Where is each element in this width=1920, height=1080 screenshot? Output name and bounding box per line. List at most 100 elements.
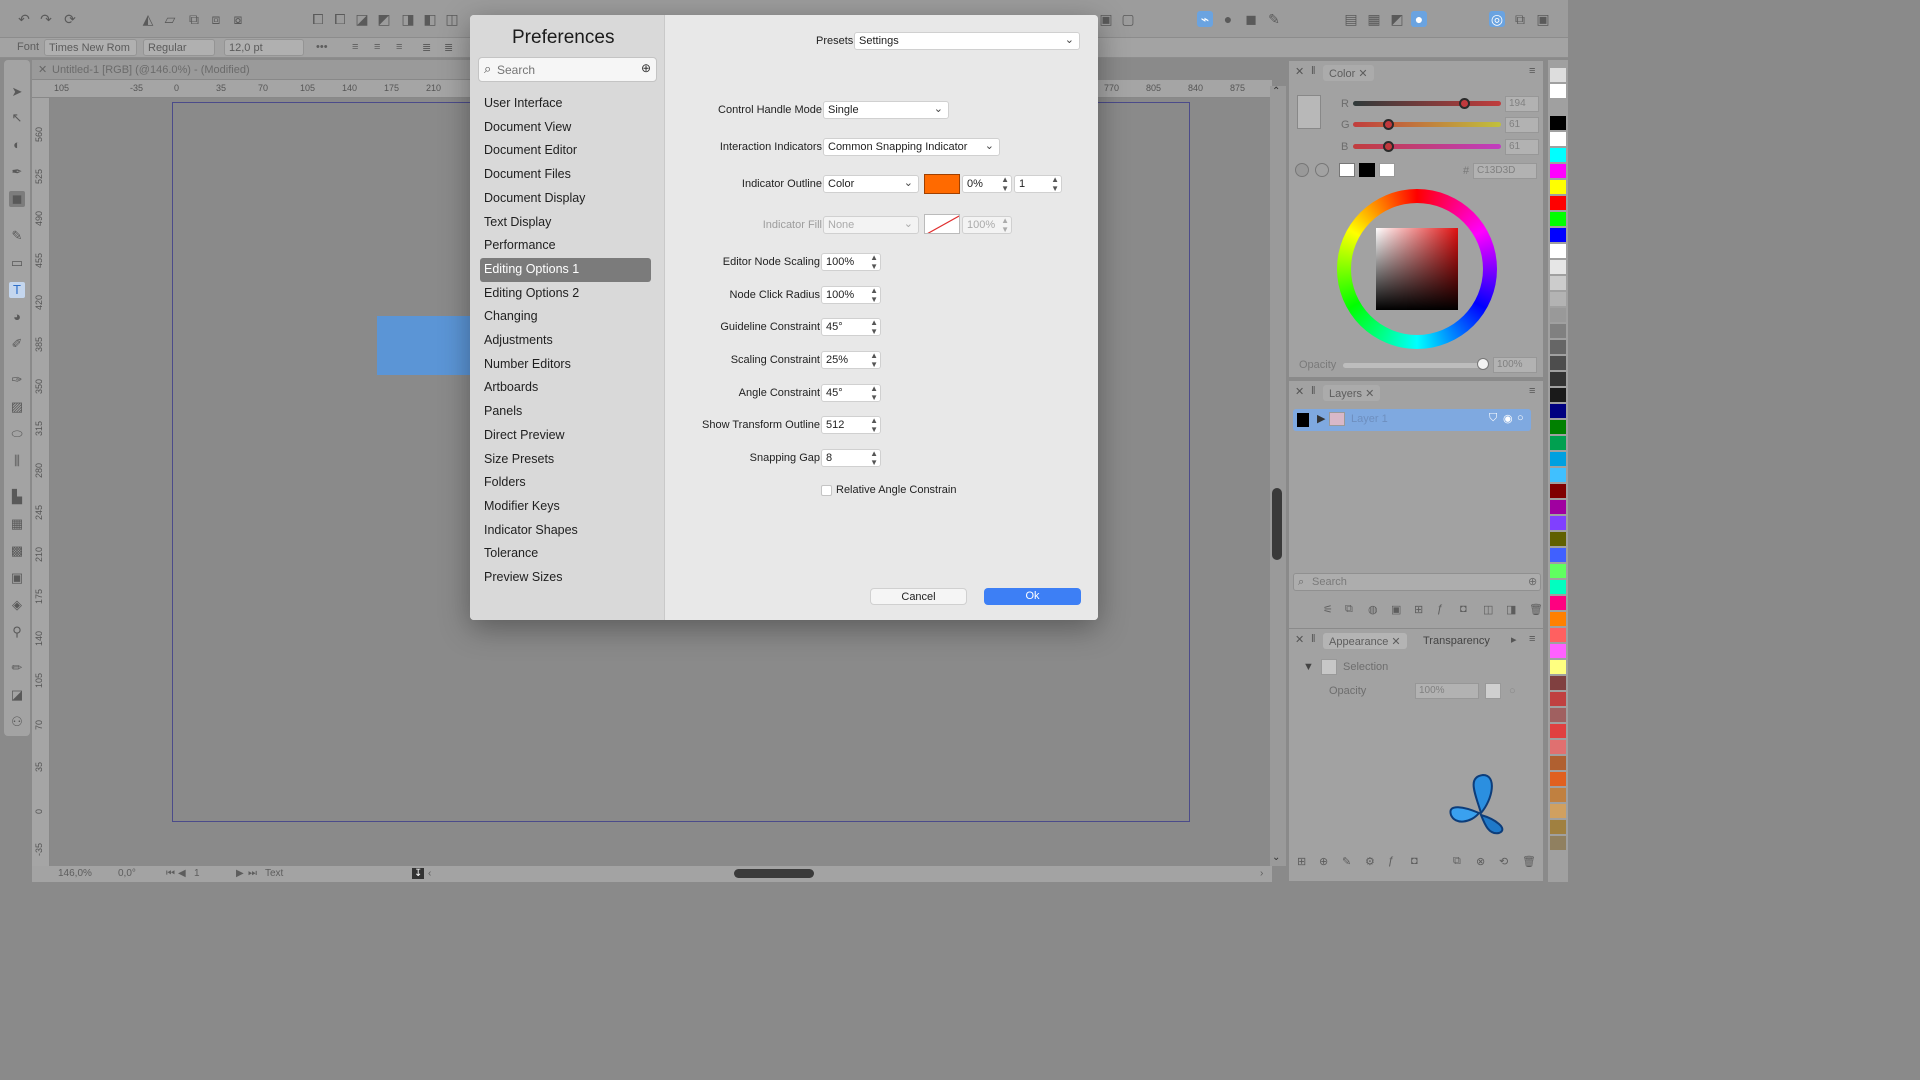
sidebar-item[interactable]: Editing Options 2: [480, 282, 651, 306]
last-page-icon[interactable]: ⏭: [248, 868, 257, 879]
control-handle-mode-select[interactable]: Single ⌄: [823, 101, 949, 119]
panel-grip-icon[interactable]: ‖: [1311, 65, 1316, 77]
sidebar-item[interactable]: Number Editors: [480, 353, 651, 377]
panel-menu-icon[interactable]: ≡: [1529, 385, 1535, 397]
swatch[interactable]: [1550, 180, 1566, 194]
rotate-icon[interactable]: ⧈: [208, 11, 224, 27]
black-swatch[interactable]: [1359, 163, 1375, 177]
split-view-icon[interactable]: ⧉: [1512, 11, 1528, 27]
align-left-icon[interactable]: ≡: [352, 41, 358, 53]
panel-grip-icon[interactable]: ‖: [1311, 385, 1316, 397]
settings-icon[interactable]: ⚙: [1365, 855, 1375, 868]
flip-horizontal-icon[interactable]: ◭: [140, 11, 156, 27]
tab-layers[interactable]: Layers ✕: [1323, 385, 1381, 401]
lock-icon[interactable]: ⛉: [1489, 412, 1497, 425]
panel-more-icon[interactable]: ▸: [1511, 633, 1517, 646]
swatch[interactable]: [1550, 68, 1566, 82]
collapse-icon[interactable]: ▼: [1303, 661, 1314, 673]
justify-all-icon[interactable]: ≣: [444, 41, 453, 54]
eyedropper-tool-icon[interactable]: ✏: [9, 660, 25, 676]
scaling-constraint-field[interactable]: 25% ▲ ▼: [821, 351, 881, 369]
pencil-tool-icon[interactable]: ✎: [9, 228, 25, 244]
close-panel-icon[interactable]: ✕: [1295, 65, 1304, 78]
swatch[interactable]: [1550, 260, 1566, 274]
fill-stroke-swatch[interactable]: [1297, 95, 1321, 129]
sidebar-item[interactable]: Panels: [480, 400, 651, 424]
swatch[interactable]: [1550, 820, 1566, 834]
adjust-icon[interactable]: ⚟: [1323, 603, 1333, 616]
g-slider-knob[interactable]: [1382, 119, 1394, 130]
panel-menu-icon[interactable]: ≡: [1529, 633, 1535, 645]
canvas-rectangle[interactable]: [377, 316, 472, 375]
b-slider[interactable]: [1353, 144, 1501, 149]
crop-tool-icon[interactable]: ▙: [9, 489, 25, 505]
target-icon[interactable]: ◎: [1489, 11, 1505, 27]
boolean-subtract-icon[interactable]: ⧠: [332, 11, 348, 27]
stepper-icon[interactable]: ▲ ▼: [1001, 175, 1009, 193]
refresh-icon[interactable]: ⟳: [62, 11, 78, 27]
swatch[interactable]: [1550, 196, 1566, 210]
swatch[interactable]: [1550, 580, 1566, 594]
clear-icon[interactable]: ⊗: [1476, 855, 1485, 868]
font-family-select[interactable]: Times New Rom: [44, 39, 137, 56]
swatch[interactable]: [1550, 724, 1566, 738]
align-right-icon[interactable]: ≡: [396, 41, 402, 53]
expand-layer-icon[interactable]: ▶: [1317, 412, 1325, 425]
swatch[interactable]: [1550, 596, 1566, 610]
vector-brush-icon[interactable]: ✑: [9, 372, 25, 388]
horizontal-scrollbar[interactable]: [734, 869, 814, 878]
swatch[interactable]: [1550, 84, 1566, 98]
close-panel-icon[interactable]: ✕: [1295, 633, 1304, 646]
swatch[interactable]: [1550, 372, 1566, 386]
shape-icon[interactable]: ●: [1220, 11, 1236, 27]
swatch[interactable]: [1550, 116, 1566, 130]
swatch[interactable]: [1550, 308, 1566, 322]
first-page-icon[interactable]: ⏮: [166, 868, 175, 879]
layer-circle-icon[interactable]: ○: [1517, 412, 1524, 424]
boolean-intersect-icon[interactable]: ◪: [354, 11, 370, 27]
indicator-fill-none-swatch[interactable]: [924, 214, 960, 234]
sidebar-item[interactable]: Document Editor: [480, 139, 651, 163]
zoom-search-icon[interactable]: ⊕: [641, 61, 651, 75]
swatch[interactable]: [1550, 212, 1566, 226]
opacity-slider-knob[interactable]: [1477, 358, 1489, 370]
ungroup-icon[interactable]: ◫: [444, 11, 460, 27]
undo-icon[interactable]: ↶: [16, 11, 32, 27]
stepper-icon[interactable]: ▲ ▼: [870, 449, 878, 467]
indicator-fill-percent-field[interactable]: 100% ▲ ▼: [962, 216, 1012, 234]
snapping-icon[interactable]: ⌁: [1197, 11, 1213, 27]
swatch[interactable]: [1550, 228, 1566, 242]
swatch[interactable]: [1550, 772, 1566, 786]
camera-appearance-icon[interactable]: ◘: [1411, 855, 1418, 867]
ok-button[interactable]: Ok: [984, 588, 1081, 605]
fx-appearance-icon[interactable]: ƒ: [1388, 855, 1394, 867]
sidebar-item[interactable]: Adjustments: [480, 329, 651, 353]
trash-icon[interactable]: 🗑: [1529, 603, 1543, 616]
layer-row[interactable]: ▶ Layer 1 ⛉ ◉ ○: [1293, 409, 1531, 431]
b-value-field[interactable]: 61: [1505, 139, 1539, 155]
add-stroke-icon[interactable]: ⊕: [1319, 855, 1328, 868]
r-slider[interactable]: [1353, 101, 1501, 106]
swatch[interactable]: [1550, 420, 1566, 434]
checker-icon[interactable]: [1485, 683, 1501, 699]
swatch[interactable]: [1550, 388, 1566, 402]
layers-search[interactable]: ⌕ Search ⊕: [1293, 573, 1541, 591]
stepper-icon[interactable]: ▲ ▼: [1051, 175, 1059, 193]
layers-toggle-icon[interactable]: ◼: [1243, 11, 1259, 27]
boolean-xor-icon[interactable]: ◩: [376, 11, 392, 27]
panel-grip-icon[interactable]: ‖: [1311, 633, 1316, 645]
panel-menu-icon[interactable]: ≡: [1529, 65, 1535, 77]
export-icon[interactable]: ▢: [1120, 11, 1136, 27]
slash-icon[interactable]: ◩: [1389, 11, 1405, 27]
shape-tool-icon[interactable]: ◕: [9, 309, 25, 325]
swatch[interactable]: [1550, 468, 1566, 482]
swatch[interactable]: [1550, 548, 1566, 562]
swatch[interactable]: [1550, 564, 1566, 578]
white-swatch[interactable]: [1379, 163, 1395, 177]
swatch[interactable]: [1550, 484, 1566, 498]
guideline-constraint-field[interactable]: 45° ▲ ▼: [821, 318, 881, 336]
sidebar-item[interactable]: Text Display: [480, 211, 651, 235]
boolean-divide-icon[interactable]: ◨: [400, 11, 416, 27]
text-tool-icon[interactable]: T: [9, 282, 25, 298]
tab-appearance[interactable]: Appearance ✕: [1323, 633, 1407, 649]
